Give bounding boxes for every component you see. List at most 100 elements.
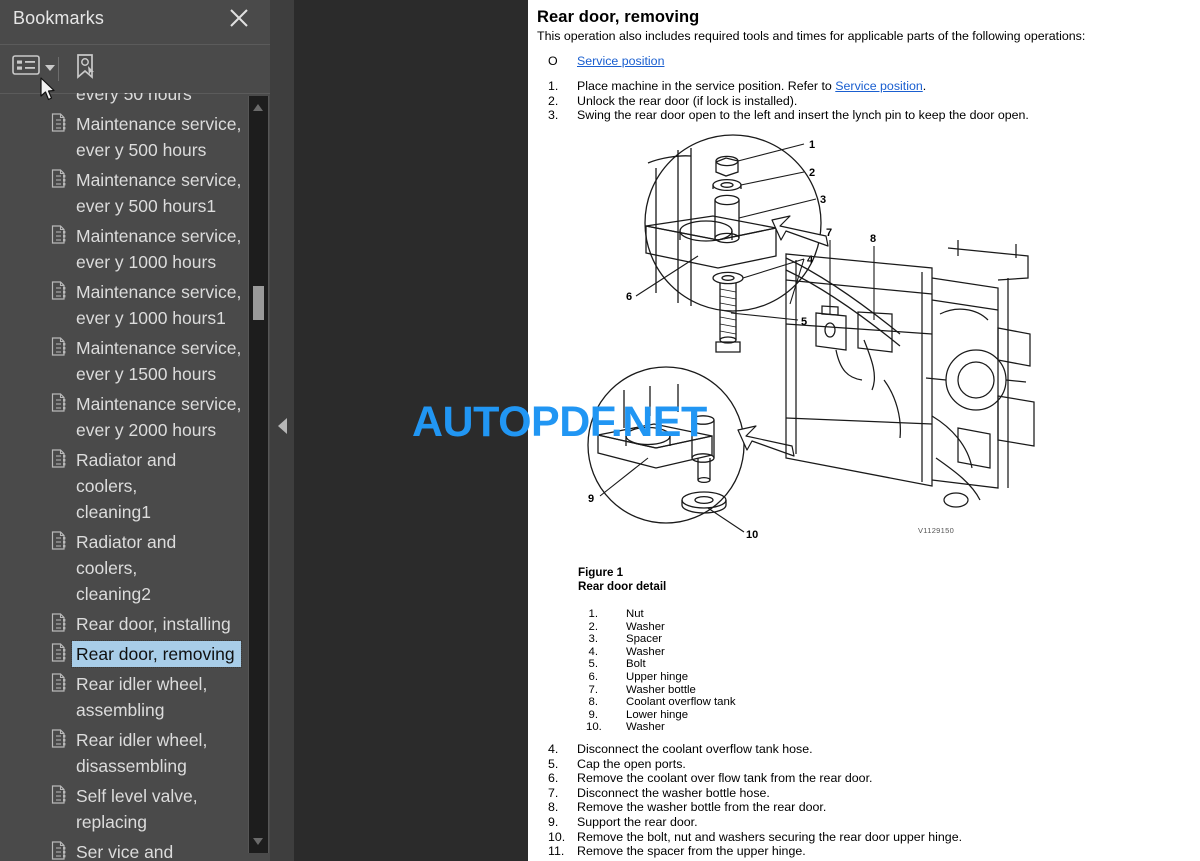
list-view-button[interactable] [12, 53, 55, 82]
step-text: Disconnect the coolant overflow tank hos… [577, 742, 813, 756]
technical-figure: 1 2 3 4 5 6 9 10 7 8 V1129150 [528, 128, 1200, 543]
part-name: Bolt [626, 658, 646, 671]
bookmark-item-label: Maintenance service, ever y 1500 hours [76, 338, 242, 384]
step-number: 6. [548, 771, 559, 786]
parts-list: 1. Nut 2. Washer 3. Spacer 4. Washer 5. Bolt 6. Upp… [586, 608, 736, 734]
part-number: 9. [588, 708, 599, 721]
step-row: 9. Support the rear door. [548, 815, 962, 830]
scroll-down-arrow-icon[interactable] [253, 838, 263, 845]
scroll-up-arrow-icon[interactable] [253, 104, 263, 111]
svg-text:3: 3 [820, 194, 826, 206]
close-icon[interactable] [228, 7, 250, 29]
bookmark-item[interactable]: Ser vice and Maintenance Introduction [0, 837, 248, 861]
bookmarks-sidebar: Bookmarks every 50 hours Maintenance ser… [0, 0, 270, 861]
svg-text:1: 1 [809, 139, 815, 151]
step-number: 10. [548, 829, 566, 844]
step-text: Disconnect the washer bottle hose. [577, 785, 770, 800]
step-number: 11. [548, 844, 565, 859]
bookmark-item[interactable]: Maintenance service, ever y 2000 hours [0, 389, 248, 445]
bookmark-item-label: Self level valve, replacing [76, 786, 198, 832]
step-text: Place machine in the service position. R… [577, 79, 927, 93]
bookmark-item-label: every 50 hours [76, 93, 192, 104]
step-row: 2. Unlock the rear door (if lock is insta… [548, 94, 1029, 109]
page-title: Rear door, removing [537, 8, 700, 26]
service-position-link[interactable]: Service position [577, 54, 664, 68]
service-position-inline-link[interactable]: Service position [835, 79, 922, 93]
bookmark-item[interactable]: Maintenance service, ever y 1000 hours [0, 221, 248, 277]
step-number: 1. [548, 79, 559, 93]
document-page: Rear door, removing This operation also … [528, 0, 1200, 861]
bookmark-page-icon [51, 613, 68, 632]
part-number: 10. [586, 721, 602, 734]
part-number: 7. [588, 683, 599, 696]
part-name: Washer [626, 620, 665, 633]
bookmark-page-icon [51, 785, 68, 804]
bookmark-page-icon [51, 113, 68, 132]
bookmark-item[interactable]: Maintenance service, ever y 1500 hours [0, 333, 248, 389]
bookmark-item[interactable]: every 50 hours [0, 93, 248, 109]
bookmark-item[interactable]: Maintenance service, ever y 500 hours1 [0, 165, 248, 221]
svg-text:2: 2 [809, 167, 815, 179]
step-text: Remove the coolant over flow tank from t… [577, 771, 873, 786]
bookmark-add-button[interactable] [72, 53, 98, 84]
step-text: Cap the open ports. [577, 756, 686, 771]
bookmark-item[interactable]: Rear door, installing [0, 609, 248, 639]
toolbar-divider [58, 57, 59, 81]
part-row: 1. Nut [586, 608, 736, 621]
bookmark-item-label: Radiator and coolers, cleaning2 [76, 532, 177, 604]
bookmark-page-icon [51, 643, 68, 662]
step-row: 7. Disconnect the washer bottle hose. [548, 786, 962, 801]
pdf-viewer-window: Bookmarks every 50 hours Maintenance ser… [0, 0, 1200, 861]
bookmark-page-icon [51, 729, 68, 748]
bookmark-item[interactable]: Rear idler wheel, assembling [0, 669, 248, 725]
sidebar-toolbar [0, 45, 270, 94]
bookmark-add-icon [72, 53, 98, 84]
svg-text:5: 5 [801, 316, 807, 328]
bullet-marker: O [548, 54, 558, 68]
bookmark-item[interactable]: Radiator and coolers, cleaning1 [0, 445, 248, 527]
part-row: 9. Lower hinge [586, 709, 736, 722]
part-number: 6. [588, 670, 599, 683]
collapse-left-icon[interactable] [278, 418, 287, 434]
related-operation-row: O Service position [548, 54, 664, 68]
step-row: 11. Remove the spacer from the upper hing… [548, 844, 962, 859]
svg-text:10: 10 [746, 529, 758, 541]
step-text: Remove the spacer from the upper hinge. [577, 844, 806, 859]
part-number: 3. [588, 633, 599, 646]
bookmark-item[interactable]: Maintenance service, ever y 1000 hours1 [0, 277, 248, 333]
part-name: Washer [626, 721, 665, 734]
scrollbar-thumb[interactable] [253, 286, 264, 320]
step-row: 10. Remove the bolt, nut and washers secu… [548, 830, 962, 845]
figure-caption-line2: Rear door detail [578, 579, 667, 593]
part-row: 10. Washer [586, 721, 736, 734]
part-row: 7. Washer bottle [586, 684, 736, 697]
sidebar-scrollbar[interactable] [248, 96, 269, 853]
bookmark-item[interactable]: Self level valve, replacing [0, 781, 248, 837]
bookmark-item-label: Maintenance service, ever y 500 hours [76, 114, 242, 160]
part-name: Washer bottle [626, 683, 696, 696]
svg-text:6: 6 [626, 291, 632, 303]
part-number: 5. [588, 658, 599, 671]
figure-id-code: V1129150 [918, 526, 955, 535]
figure-caption: Figure 1 Rear door detail [578, 566, 666, 593]
part-number: 2. [588, 620, 599, 633]
bookmark-list[interactable]: every 50 hours Maintenance service, ever … [0, 93, 248, 861]
bookmark-item[interactable]: Maintenance service, ever y 500 hours [0, 109, 248, 165]
part-row: 4. Washer [586, 646, 736, 659]
part-name: Spacer [626, 633, 663, 646]
step-number: 7. [548, 785, 559, 800]
step-text: Remove the bolt, nut and washers securin… [577, 829, 963, 844]
bookmark-item[interactable]: Rear door, removing [0, 639, 248, 669]
list-view-icon [12, 53, 40, 82]
svg-text:8: 8 [870, 233, 876, 245]
bookmark-item-label: Rear door, removing [71, 640, 242, 668]
bookmark-item[interactable]: Rear idler wheel, disassembling [0, 725, 248, 781]
step-number: 5. [548, 756, 559, 771]
bookmark-item-label: Radiator and coolers, cleaning1 [76, 450, 177, 522]
bookmark-item[interactable]: Radiator and coolers, cleaning2 [0, 527, 248, 609]
bookmark-page-icon [51, 449, 68, 468]
bookmark-item-label: Maintenance service, ever y 1000 hours1 [76, 282, 242, 328]
bookmark-item-label: Rear idler wheel, assembling [76, 674, 208, 720]
part-name: Washer [626, 645, 665, 658]
part-row: 3. Spacer [586, 633, 736, 646]
